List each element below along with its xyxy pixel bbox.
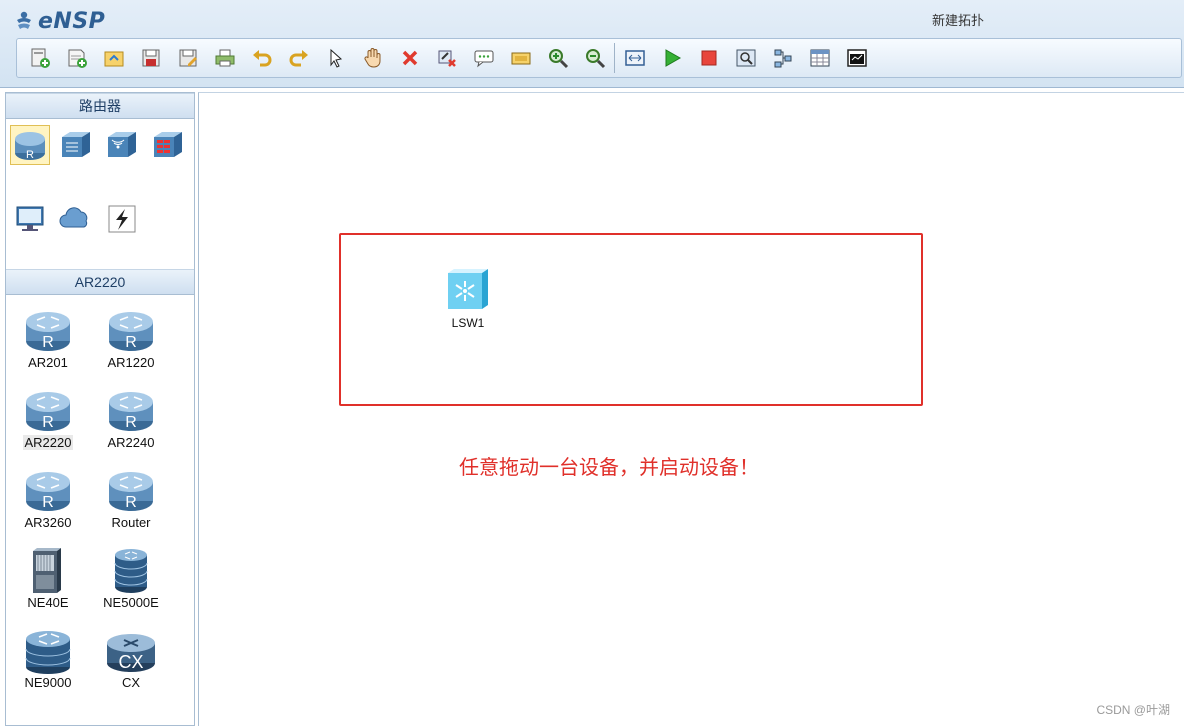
category-title: 路由器 (6, 93, 194, 119)
new-topology-icon[interactable] (21, 42, 58, 74)
save-as-icon[interactable] (169, 42, 206, 74)
watermark: CSDN @叶湖 (1096, 703, 1170, 717)
canvas-node-lsw1[interactable]: LSW1 (443, 267, 493, 330)
print-icon[interactable] (206, 42, 243, 74)
device-label: Router (111, 515, 151, 530)
delete-links-icon[interactable] (428, 42, 465, 74)
zoom-out-icon[interactable] (576, 42, 613, 74)
device-ar2220[interactable]: R AR2220 (7, 381, 89, 459)
device-ar3260[interactable]: R AR3260 (7, 461, 89, 539)
connection-category-icon[interactable] (102, 199, 142, 239)
title-bar: eNSP 新建拓扑 (0, 0, 1184, 88)
capture-icon[interactable] (727, 42, 764, 74)
fit-icon[interactable] (616, 42, 653, 74)
device-grid: R AR201 R AR1220 R AR2220 R AR2240 R AR3… (6, 295, 194, 725)
svg-text:R: R (42, 494, 54, 511)
device-section-title: AR2220 (6, 269, 194, 295)
device-label: AR2220 (22, 435, 74, 450)
router-icon: R (109, 472, 153, 511)
router-icon: R (26, 312, 70, 351)
core-router-icon (25, 631, 71, 674)
cx-router-icon: CX (107, 634, 155, 672)
device-ar1220[interactable]: R AR1220 (90, 301, 172, 379)
text-note-icon[interactable] (465, 42, 502, 74)
palette-icon[interactable] (502, 42, 539, 74)
delete-icon[interactable] (391, 42, 428, 74)
firewall-category-icon[interactable] (148, 125, 188, 165)
new-exercise-icon[interactable] (58, 42, 95, 74)
wireless-category-icon[interactable] (102, 125, 142, 165)
device-label: CX (121, 675, 141, 690)
router-category-icon[interactable]: R (10, 125, 50, 165)
start-device-icon[interactable] (653, 42, 690, 74)
cloud-category-icon[interactable] (56, 199, 96, 239)
ensp-logo-icon (14, 10, 34, 32)
svg-text:R: R (125, 334, 137, 351)
redo-icon[interactable] (280, 42, 317, 74)
main-toolbar (16, 38, 1182, 78)
svg-text:R: R (125, 414, 137, 431)
device-panel: 路由器 R AR2220 R AR201 R AR1220 R AR2220 R… (5, 92, 195, 726)
category-grid: R (6, 119, 194, 269)
svg-text:R: R (125, 494, 137, 511)
device-ar201[interactable]: R AR201 (7, 301, 89, 379)
switch-category-icon[interactable] (56, 125, 96, 165)
router-icon: R (109, 392, 153, 431)
svg-text:CX: CX (118, 652, 143, 672)
router-icon: R (26, 392, 70, 431)
core-router-icon (114, 549, 148, 593)
node-label: LSW1 (451, 316, 485, 330)
router-icon: R (26, 472, 70, 511)
device-label: AR201 (28, 355, 68, 370)
device-ne40e[interactable]: NE40E (7, 541, 89, 619)
device-ar2240[interactable]: R AR2240 (90, 381, 172, 459)
device-ne9000[interactable]: NE9000 (7, 621, 89, 699)
select-icon[interactable] (317, 42, 354, 74)
app-logo: eNSP (14, 8, 105, 34)
device-label: AR1220 (107, 355, 155, 370)
undo-icon[interactable] (243, 42, 280, 74)
window-title: 新建拓扑 (932, 13, 985, 28)
device-label: AR2240 (107, 435, 155, 450)
device-ne5000e[interactable]: NE5000E (90, 541, 172, 619)
device-label: NE5000E (103, 595, 159, 610)
topology-canvas[interactable]: LSW1 任意拖动一台设备，并启动设备！ CSDN @叶湖 (198, 92, 1184, 726)
chassis-icon (33, 548, 61, 593)
device-label: NE9000 (24, 675, 72, 690)
console-icon[interactable] (838, 42, 875, 74)
device-label: AR3260 (24, 515, 72, 530)
svg-text:R: R (42, 334, 54, 351)
svg-text:R: R (26, 149, 34, 161)
topology-icon[interactable] (764, 42, 801, 74)
stop-device-icon[interactable] (690, 42, 727, 74)
zoom-in-icon[interactable] (539, 42, 576, 74)
pan-hand-icon[interactable] (354, 42, 391, 74)
router-icon: R (109, 312, 153, 351)
device-cx[interactable]: CX CX (90, 621, 172, 699)
device-label: NE40E (27, 595, 69, 610)
grid-icon[interactable] (801, 42, 838, 74)
app-name: eNSP (38, 8, 106, 34)
save-icon[interactable] (132, 42, 169, 74)
highlight-box (339, 233, 923, 406)
open-icon[interactable] (95, 42, 132, 74)
toolbar-separator (614, 43, 615, 73)
device-router[interactable]: R Router (90, 461, 172, 539)
switch-icon (448, 269, 488, 309)
instruction-annotation: 任意拖动一台设备，并启动设备！ (459, 455, 759, 479)
svg-text:R: R (42, 414, 54, 431)
terminal-category-icon[interactable] (10, 199, 50, 239)
